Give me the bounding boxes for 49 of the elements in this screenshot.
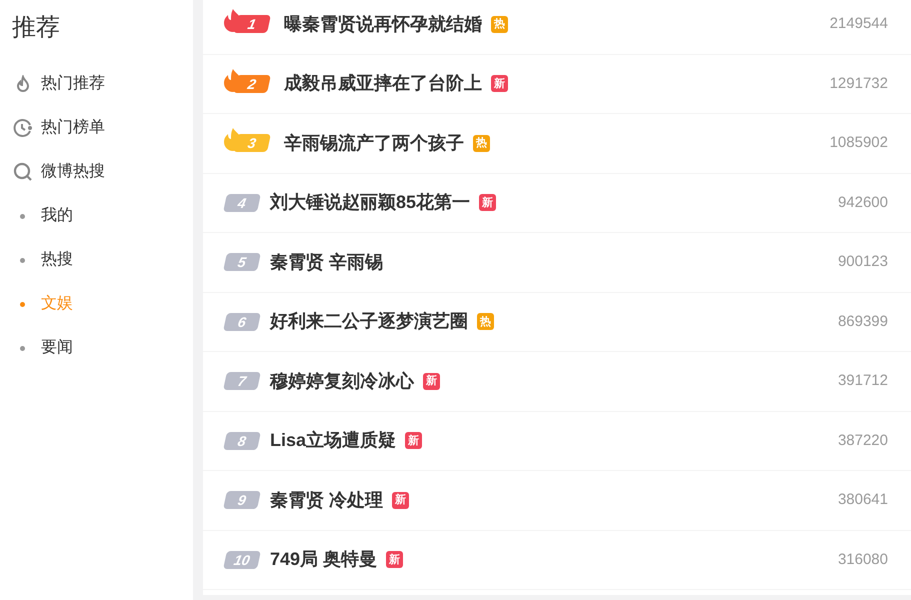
topic-tag: 新 (392, 492, 410, 509)
topic-title[interactable]: 穆婷婷复刻冷冰心 (270, 368, 414, 395)
topic-tag: 热 (491, 16, 508, 33)
sidebar-title: 推荐 (12, 13, 60, 43)
sidebar-item[interactable]: 我的 (12, 194, 73, 238)
topic-title[interactable]: 好利来二公子逐梦演艺圈 (270, 308, 468, 336)
topic-tag: 新 (386, 551, 404, 568)
rank-badge: 4 (223, 194, 261, 212)
topic-title[interactable]: 秦霄贤 冷处理 (270, 486, 384, 514)
topic-title[interactable]: 成毅吊威亚摔在了台阶上 (284, 70, 482, 98)
search-icon (12, 162, 32, 182)
topic-title[interactable]: 749局 奥特曼 (270, 546, 378, 574)
topic-title[interactable]: Lisa立场遭质疑 (270, 427, 396, 454)
rank-badge: 6 (223, 312, 261, 331)
topic-tag: 热 (473, 134, 490, 152)
rank-badge: 9 (223, 491, 261, 510)
topic-tag: 新 (491, 75, 508, 92)
rank-badge: 5 (223, 253, 261, 272)
rank-badge: 8 (223, 432, 261, 450)
sidebar-item[interactable]: 热搜 (12, 238, 73, 282)
heat-count: 316080 (838, 550, 888, 570)
sidebar-item[interactable]: 要闻 (12, 326, 73, 370)
heat-count: 1291732 (830, 74, 888, 94)
bullet-icon (20, 302, 25, 306)
heat-count: 380641 (838, 490, 888, 510)
rank-badge: 7 (223, 372, 261, 390)
topic-tag: 新 (423, 372, 440, 390)
bullet-icon (20, 214, 25, 218)
sidebar-item[interactable]: 热门推荐 (12, 62, 105, 106)
topic-tag: 新 (405, 432, 422, 450)
topic-title[interactable]: 曝秦霄贤说再怀孕就结婚 (284, 10, 482, 38)
bullet-icon (20, 258, 25, 262)
topic-title[interactable]: 辛雨锡流产了两个孩子 (284, 130, 464, 157)
heat-count: 942600 (838, 192, 888, 212)
topic-title[interactable]: 刘大锤说赵丽颖85花第一 (270, 189, 470, 216)
heat-count: 900123 (838, 252, 888, 272)
topic-tag: 热 (477, 313, 494, 330)
heat-count: 869399 (838, 312, 888, 332)
heat-count: 1085902 (830, 133, 888, 153)
topic-tag: 新 (479, 194, 496, 212)
rank-badge: 10 (223, 550, 261, 569)
sidebar-item[interactable]: 微博热搜 (12, 150, 105, 194)
topic-title[interactable]: 秦霄贤 辛雨锡 (270, 248, 384, 276)
heat-count: 2149544 (830, 14, 888, 34)
heat-count: 387220 (838, 430, 888, 450)
sidebar-item[interactable]: 热门榜单 (12, 106, 105, 150)
heat-count: 391712 (838, 371, 888, 391)
bullet-icon (20, 346, 25, 350)
clock-icon (12, 118, 32, 138)
